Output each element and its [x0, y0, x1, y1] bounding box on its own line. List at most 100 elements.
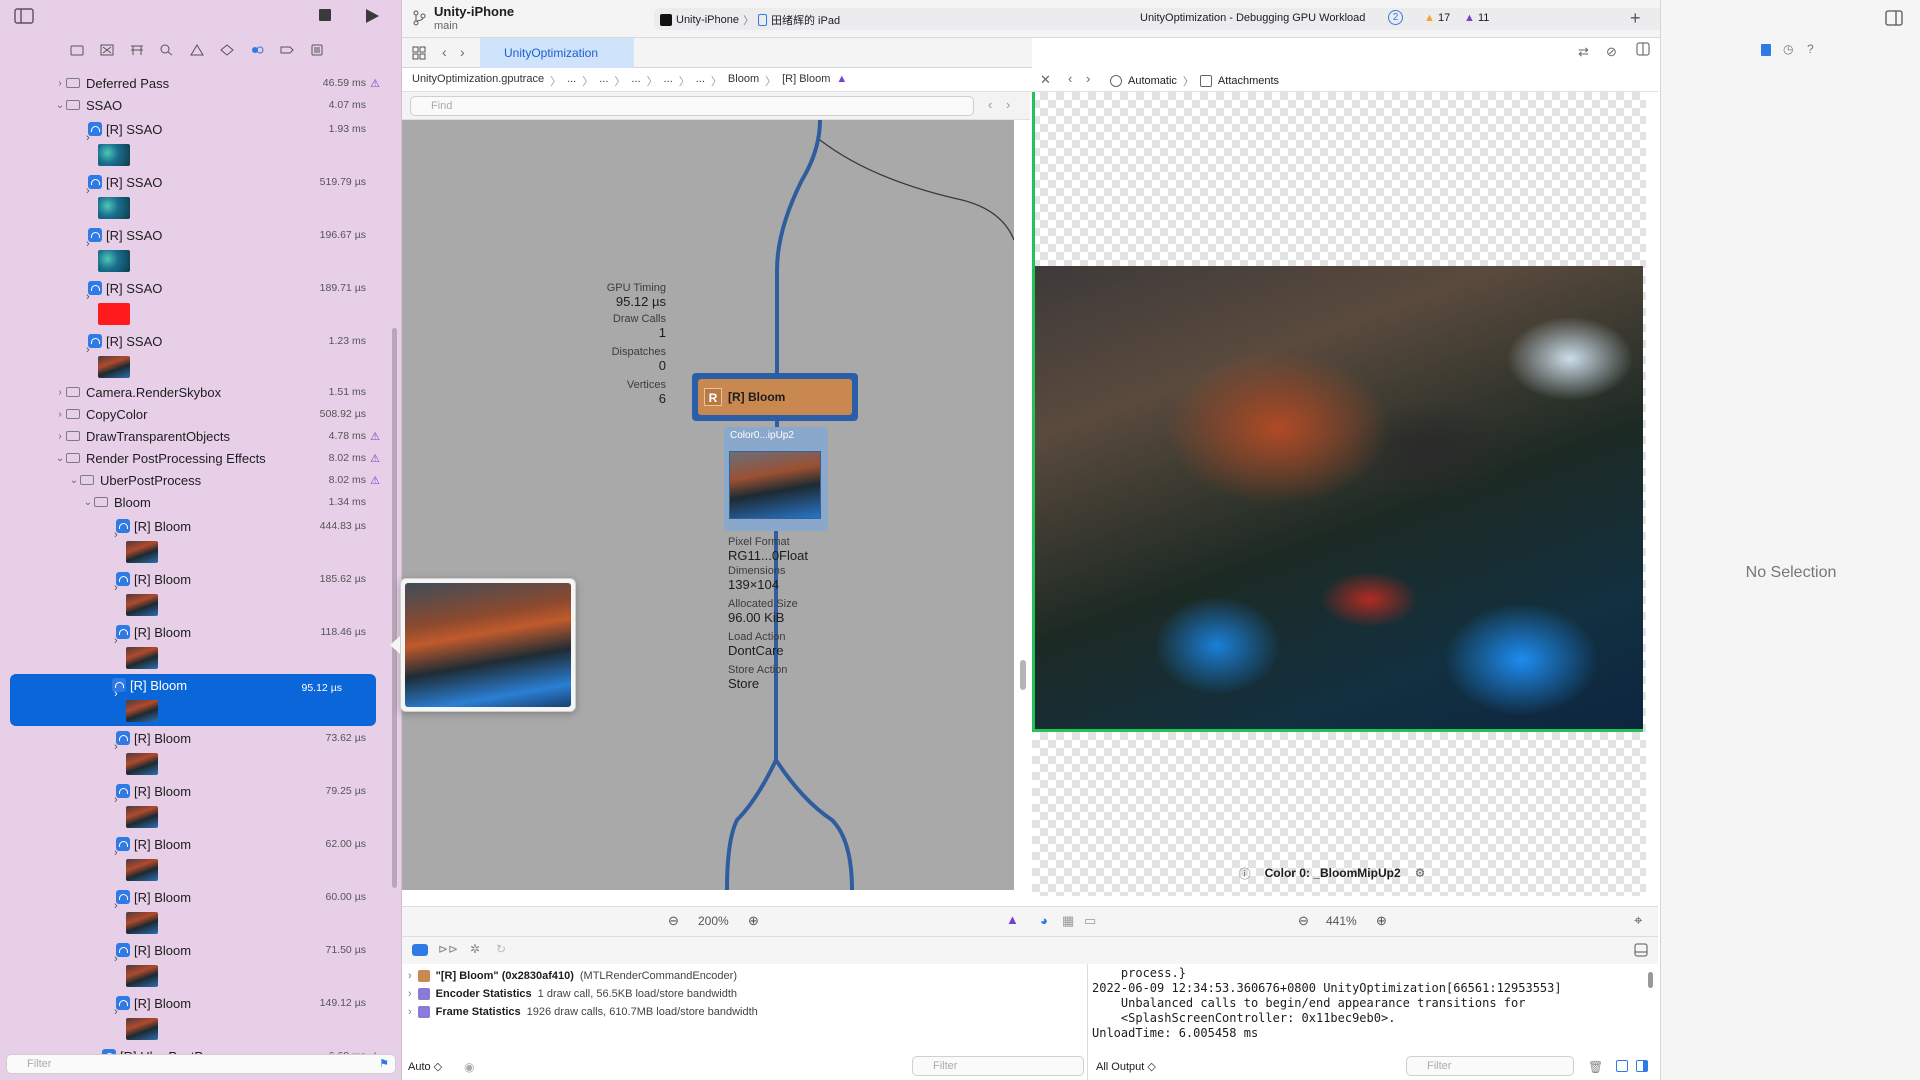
run-button[interactable] [364, 8, 380, 27]
jump-bar-item[interactable]: UnityOptimization.gputrace [412, 73, 544, 89]
add-icon[interactable]: + [1630, 8, 1641, 29]
report-icon[interactable] [310, 44, 324, 60]
help-icon[interactable]: ? [1807, 42, 1814, 56]
expand-icon[interactable]: › [114, 794, 118, 806]
reload-icon[interactable]: ↻ [496, 942, 506, 956]
warning-icon[interactable]: ⚠ [370, 77, 380, 90]
navigator-row[interactable]: [R] Bloom 444.83 µs [0, 515, 400, 537]
navigator-row[interactable]: [R] SSAO 1.93 ms [0, 118, 400, 140]
expand-icon[interactable]: › [114, 953, 118, 965]
gpu-debug-icon[interactable]: ✲ [470, 942, 480, 956]
find-prev-icon[interactable]: ‹ [988, 97, 992, 112]
navigator-row[interactable]: [R] Bloom 71.50 µs [0, 939, 400, 961]
grid-icon[interactable] [412, 46, 426, 63]
navigator-row[interactable]: ⌄ Bloom 1.34 ms [0, 491, 400, 513]
forward-icon[interactable]: › [460, 44, 465, 60]
disclosure-chevron-icon[interactable]: ⌄ [54, 453, 66, 464]
right-panel-icon[interactable] [1636, 1060, 1648, 1072]
warning-icon[interactable]: ⚠ [370, 452, 380, 465]
texture-thumbnail[interactable] [126, 859, 158, 881]
trash-icon[interactable]: 🗑 [1588, 1060, 1603, 1074]
jump-bar-item[interactable]: ... [567, 73, 576, 89]
navigator-row[interactable]: › Deferred Pass 46.59 ms ⚠ [0, 72, 400, 94]
texture-thumbnail[interactable] [126, 594, 158, 616]
attachment-viewer[interactable]: ⓘ Color 0: _BloomMipUp2 ⚙ [1032, 92, 1646, 896]
sidebar-toggle-icon[interactable] [14, 8, 42, 28]
jump-bar-item[interactable]: ... [696, 73, 705, 89]
symbol-icon[interactable] [130, 44, 144, 60]
texture-thumbnail[interactable] [98, 144, 130, 166]
navigator-row[interactable]: [R] SSAO 189.71 µs [0, 277, 400, 299]
debug-toggle-icon[interactable] [412, 944, 428, 956]
navigator-row[interactable]: [R] Bloom 149.12 µs [0, 992, 400, 1014]
step-icon[interactable]: ⊳⊳ [438, 942, 458, 956]
navigator-row[interactable]: [R] Bloom 118.46 µs [0, 621, 400, 643]
variable-row[interactable]: › Frame Statistics 1926 draw calls, 610.7M… [408, 1006, 758, 1018]
expand-icon[interactable]: › [114, 1006, 118, 1018]
disclosure-chevron-icon[interactable]: › [408, 970, 412, 982]
texture-thumbnail[interactable] [126, 541, 158, 563]
disclosure-chevron-icon[interactable]: ⌄ [68, 475, 80, 486]
channel-icon[interactable]: ▭ [1084, 913, 1096, 929]
attachment-node[interactable]: Color0...ipUp2 [724, 427, 828, 531]
disclosure-chevron-icon[interactable]: › [54, 78, 66, 89]
navigator-row[interactable]: [R] Bloom 62.00 µs [0, 833, 400, 855]
file-inspector-icon[interactable] [1761, 44, 1771, 56]
texture-thumbnail[interactable] [126, 753, 158, 775]
expand-icon[interactable]: › [114, 847, 118, 859]
navigator-row[interactable]: [R] SSAO 1.23 ms [0, 330, 400, 352]
navigator-row[interactable]: › DrawTransparentObjects 4.78 ms ⚠ [0, 425, 400, 447]
console-layout-icon[interactable] [1634, 943, 1648, 960]
jump-bar-item[interactable]: ... [599, 73, 608, 89]
output-selector[interactable]: All Output ◇ [1096, 1060, 1156, 1073]
dependency-graph[interactable]: GPU Timing 95.12 µs Draw Calls 1 Dispatc… [402, 120, 1014, 890]
issue-icon[interactable] [190, 44, 204, 60]
source-control-icon[interactable] [100, 44, 114, 60]
attach-back-icon[interactable]: ‹ [1068, 71, 1072, 86]
expand-icon[interactable]: › [86, 238, 90, 250]
navigator-row[interactable]: [R] Bloom 73.62 µs [0, 727, 400, 749]
stop-button[interactable] [318, 8, 332, 25]
left-panel-icon[interactable] [1616, 1060, 1628, 1072]
find-next-icon[interactable]: › [1006, 97, 1010, 112]
jump-bar-item[interactable]: ... [664, 73, 673, 89]
expand-icon[interactable]: › [114, 529, 118, 541]
variable-row[interactable]: › Encoder Statistics 1 draw call, 56.5KB l… [408, 988, 737, 1000]
navigator-row[interactable]: › Camera.RenderSkybox 1.51 ms [0, 381, 400, 403]
navigator-row[interactable]: [R] SSAO 196.67 µs [0, 224, 400, 246]
expand-icon[interactable]: › [114, 582, 118, 594]
texture-thumbnail[interactable] [126, 965, 158, 987]
grid-view-icon[interactable]: ▦ [1062, 913, 1074, 929]
flag-icon[interactable]: ⚑ [379, 1057, 389, 1070]
attach-zoom-in-icon[interactable]: ⊕ [1376, 913, 1387, 929]
breakpoint-icon[interactable] [280, 44, 294, 60]
find-field[interactable]: Find [410, 96, 974, 116]
texture-thumbnail[interactable] [126, 647, 158, 669]
disclosure-chevron-icon[interactable]: ⌄ [82, 497, 94, 508]
jump-bar-item[interactable]: [R] Bloom [782, 73, 830, 89]
eye-icon[interactable]: ◉ [464, 1060, 474, 1074]
info-icon[interactable]: ⓘ [1239, 865, 1251, 882]
debug-icon[interactable] [250, 44, 264, 60]
attachments-path[interactable]: Automatic 〉 Attachments [1110, 73, 1279, 89]
status-count-badge[interactable]: 2 [1388, 10, 1403, 25]
expand-icon[interactable]: › [86, 291, 90, 303]
texture-thumbnail[interactable] [98, 197, 130, 219]
navigator-row[interactable]: [R] SSAO 519.79 µs [0, 171, 400, 193]
jump-bar-item[interactable]: Bloom [728, 73, 759, 89]
split-editor-icon[interactable] [1636, 42, 1650, 59]
render-pass-node[interactable]: R [R] Bloom [692, 373, 858, 421]
graph-v-scrollbar[interactable] [1020, 660, 1026, 690]
link-icon[interactable]: ⊘ [1606, 44, 1617, 60]
texture-thumbnail[interactable] [126, 1018, 158, 1040]
tab-unityoptimization[interactable]: UnityOptimization [480, 38, 634, 68]
texture-thumbnail[interactable] [126, 912, 158, 934]
navigator-row[interactable]: [R] Bloom 60.00 µs [0, 886, 400, 908]
zoom-in-icon[interactable]: ⊕ [748, 913, 759, 929]
disclosure-chevron-icon[interactable]: › [408, 988, 412, 1000]
fit-icon[interactable]: ⌖ [1634, 912, 1642, 929]
settings-icon[interactable]: ⚙ [1415, 866, 1426, 880]
attach-forward-icon[interactable]: › [1086, 71, 1090, 86]
warnings-indicator[interactable]: ▲ 17 [1424, 12, 1450, 24]
console-filter-field[interactable]: Filter [1406, 1056, 1574, 1076]
